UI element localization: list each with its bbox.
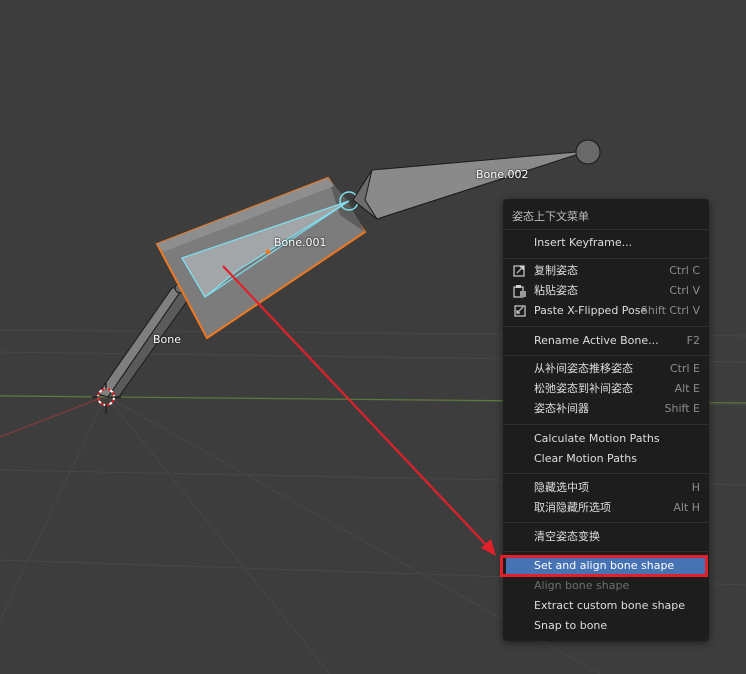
menu-separator <box>503 258 709 259</box>
x-axis-line <box>0 395 107 438</box>
menu-item-shortcut: Alt H <box>673 501 700 514</box>
menu-item-shortcut: Ctrl E <box>669 362 700 375</box>
menu-item-hide-selected[interactable]: 隐藏选中项 H <box>506 478 706 498</box>
menu-item-rename-active-bone[interactable]: Rename Active Bone... F2 <box>506 331 706 351</box>
menu-item-unhide[interactable]: 取消隐藏所选项 Alt H <box>506 498 706 518</box>
menu-item-shortcut: Shift Ctrl V <box>640 304 700 317</box>
bone-001-mesh[interactable] <box>155 176 367 340</box>
menu-item-paste-x-flipped-pose[interactable]: Paste X-Flipped Pose Shift Ctrl V <box>506 301 706 321</box>
menu-item-shortcut: Ctrl V <box>669 284 700 297</box>
menu-item-label: 姿态补间器 <box>534 402 589 415</box>
menu-item-label: 松弛姿态到补间姿态 <box>534 382 633 395</box>
bone-001-label: Bone.001 <box>274 236 327 249</box>
menu-item-extract-custom-bone-shape[interactable]: Extract custom bone shape <box>506 596 706 616</box>
menu-item-label: 从补间姿态推移姿态 <box>534 362 633 375</box>
paste-flipped-pose-icon <box>514 305 526 317</box>
menu-item-paste-pose[interactable]: 粘贴姿态 Ctrl V <box>506 281 706 301</box>
menu-item-shortcut: H <box>691 481 700 494</box>
menu-item-label: 清空姿态变换 <box>534 530 600 543</box>
menu-item-label: Insert Keyframe... <box>534 236 633 249</box>
menu-separator <box>503 229 709 230</box>
menu-item-label: Paste X-Flipped Pose <box>534 304 648 317</box>
menu-item-shortcut: Ctrl C <box>669 264 700 277</box>
menu-item-label: Extract custom bone shape <box>534 599 686 612</box>
menu-separator <box>503 424 709 425</box>
copy-pose-icon <box>513 265 525 277</box>
menu-item-label: Rename Active Bone... <box>534 334 659 347</box>
menu-separator <box>503 355 709 356</box>
annotation-arrow <box>222 265 496 556</box>
menu-item-snap-to-bone[interactable]: Snap to bone <box>506 616 706 636</box>
menu-item-align-bone-shape: Align bone shape <box>506 576 706 596</box>
menu-item-calculate-motion-paths[interactable]: Calculate Motion Paths <box>506 429 706 449</box>
menu-item-shortcut: F2 <box>686 334 700 347</box>
menu-item-label: 隐藏选中项 <box>534 481 589 494</box>
menu-item-label: Clear Motion Paths <box>534 452 637 465</box>
menu-title: 姿态上下文菜单 <box>512 210 589 223</box>
menu-separator <box>503 473 709 474</box>
menu-item-label: Calculate Motion Paths <box>534 432 660 445</box>
menu-item-relax-pose[interactable]: 松弛姿态到补间姿态 Alt E <box>506 379 706 399</box>
menu-item-pose-breakdowner[interactable]: 姿态补间器 Shift E <box>506 399 706 419</box>
menu-item-copy-pose[interactable]: 复制姿态 Ctrl C <box>506 261 706 281</box>
menu-item-shortcut: Alt E <box>674 382 700 395</box>
menu-item-push-pose[interactable]: 从补间姿态推移姿态 Ctrl E <box>506 359 706 379</box>
menu-item-label: 取消隐藏所选项 <box>534 501 611 514</box>
menu-item-label: Align bone shape <box>534 579 630 592</box>
bone-label: Bone <box>153 333 182 346</box>
paste-pose-icon <box>513 285 526 298</box>
menu-item-shortcut: Shift E <box>664 402 700 415</box>
annotation-highlight-box <box>500 555 708 577</box>
menu-separator <box>503 522 709 523</box>
menu-item-insert-keyframe[interactable]: Insert Keyframe... <box>506 233 706 253</box>
menu-item-clear-pose-transforms[interactable]: 清空姿态变换 <box>506 527 706 547</box>
menu-item-label: 复制姿态 <box>534 264 578 277</box>
menu-item-clear-motion-paths[interactable]: Clear Motion Paths <box>506 449 706 469</box>
menu-separator <box>503 326 709 327</box>
menu-item-label: 粘贴姿态 <box>534 284 578 297</box>
menu-item-label: Snap to bone <box>534 619 608 632</box>
bone-002-label: Bone.002 <box>476 168 529 181</box>
menu-separator <box>503 551 709 552</box>
